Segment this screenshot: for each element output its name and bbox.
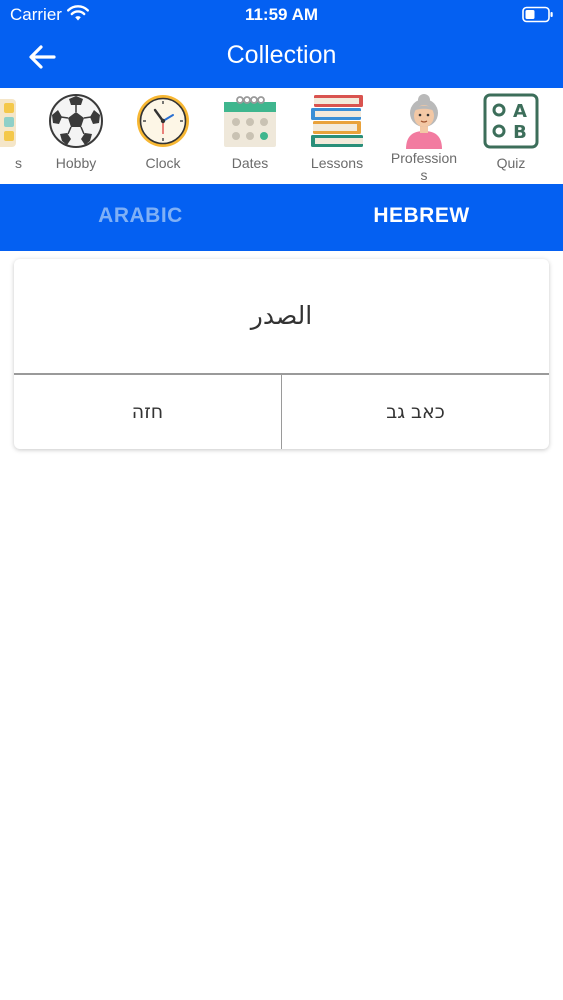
header: Carrier 11:59 AM Collection [0,0,563,88]
tab-arabic[interactable]: ARABIC [0,184,281,251]
calendar-icon [224,96,276,147]
tab-hebrew[interactable]: HEBREW [281,184,562,251]
category-item-lessons[interactable]: Lessons [297,88,377,184]
category-item-quiz[interactable]: A B Quiz [471,88,551,184]
category-item-professions[interactable]: Profession s [384,88,464,184]
category-label: Hobby [55,155,97,171]
page-title: Collection [226,41,337,69]
category-item-clock[interactable]: Clock [123,88,203,184]
category-label: Profession s [390,150,458,183]
books-icon [311,95,363,147]
status-time: 11:59 AM [244,5,319,24]
answer-option-2[interactable]: כאב גב [282,375,549,449]
quiz-abc-icon: A B [483,93,539,149]
colors-icon [0,99,16,147]
category-item-dates[interactable]: Dates [210,88,290,184]
nav-bar: Collection [0,30,563,88]
answer-option-1[interactable]: חזה [14,375,281,449]
clock-icon [137,95,189,147]
category-label: Lessons [310,155,364,171]
svg-text:A: A [513,101,527,122]
person-icon [406,94,442,149]
category-label: Clock [145,155,181,171]
status-bar: Carrier 11:59 AM [0,0,563,30]
category-label: s [15,155,22,171]
category-item-hobby[interactable]: Hobby [36,88,116,184]
category-label: Quiz [496,155,526,171]
category-strip[interactable]: s Hobby Clock Dates Lessons Profession s… [0,88,563,184]
question-word: الصدر [250,301,313,330]
soccer-ball-icon [49,94,103,148]
category-label: Dates [231,155,269,171]
battery-icon [522,6,553,23]
language-tabs: ARABIC HEBREW [0,184,563,251]
svg-text:B: B [513,122,527,143]
quiz-card: الصدر חזה כאב גב [14,259,549,449]
category-item-colors[interactable]: s [0,88,30,184]
